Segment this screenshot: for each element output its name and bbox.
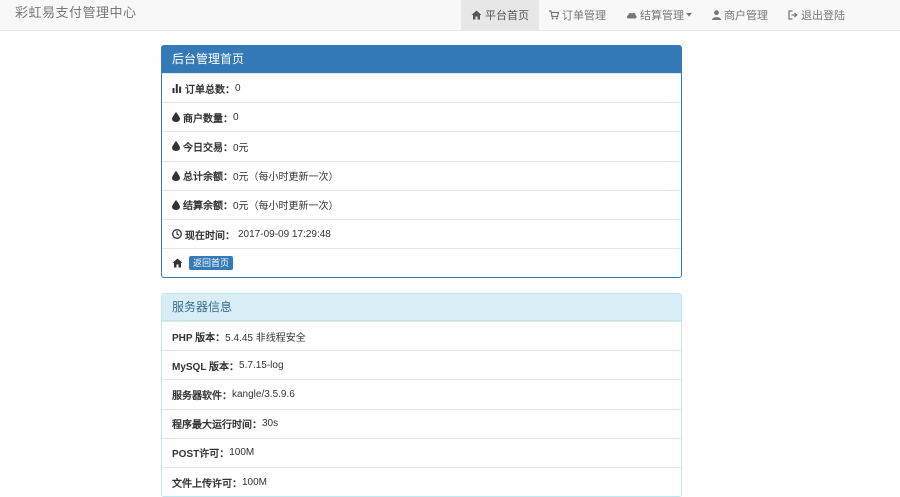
row-value: 2017-09-09 17:29:48 (238, 228, 331, 240)
drop-icon (172, 141, 180, 152)
logout-icon (788, 10, 798, 20)
server-info-panel: 服务器信息 PHP 版本： 5.4.45 非线程安全 MySQL 版本： 5.7… (161, 293, 682, 497)
nav-item-home[interactable]: 平台首页 (461, 0, 539, 30)
list-item-merchant-count: 商户数量： 0 (162, 102, 681, 131)
row-value: 5.4.45 非线程安全 (225, 332, 306, 344)
row-value: 0元 (233, 142, 249, 154)
nav-item-label: 结算管理 (640, 10, 684, 22)
row-label: 商户数量： (183, 113, 233, 125)
nav-item-label: 商户管理 (724, 10, 768, 22)
list-item-php-version: PHP 版本： 5.4.45 非线程安全 (162, 321, 681, 350)
drop-icon (172, 170, 180, 181)
row-label: MySQL 版本： (172, 361, 240, 373)
row-value: 0元（每小时更新一次） (233, 172, 339, 184)
user-icon (712, 10, 721, 20)
list-item-upload-limit: 文件上传许可： 100M (162, 466, 681, 496)
drop-icon (172, 199, 180, 210)
row-value: 30s (262, 418, 279, 430)
nav-item-label: 平台首页 (485, 10, 529, 22)
row-value: 0元（每小时更新一次） (233, 201, 339, 213)
list-item-mysql-version: MySQL 版本： 5.7.15-log (162, 350, 681, 379)
bar-chart-icon (172, 84, 182, 94)
nav-item-orders[interactable]: 订单管理 (539, 0, 616, 30)
caret-down-icon (686, 13, 692, 17)
nav-item-label: 退出登陆 (801, 10, 845, 22)
panel-title: 后台管理首页 (162, 46, 681, 73)
row-label: PHP 版本： (172, 332, 226, 344)
row-label: 总计余额： (183, 172, 233, 184)
list-item-current-time: 现在时间： 2017-09-09 17:29:48 (162, 218, 681, 248)
cart-icon (549, 10, 559, 20)
drop-icon (172, 112, 180, 123)
admin-home-panel: 后台管理首页 订单总数： 0 商户数量： 0 今日交易： 0元 总计余额： 0元… (161, 45, 682, 279)
row-value: 100M (229, 447, 255, 459)
list-item-max-exec-time: 程序最大运行时间： 30s (162, 408, 681, 438)
row-label: POST许可： (172, 449, 230, 461)
nav-item-merchants[interactable]: 商户管理 (702, 0, 778, 30)
nav-menu: 平台首页 订单管理 结算管理 商户管理 退出登陆 (461, 0, 855, 30)
list-item-post-limit: POST许可： 100M (162, 437, 681, 467)
row-label: 现在时间： (185, 230, 235, 242)
row-value: 100M (242, 476, 268, 488)
list-item-order-count: 订单总数： 0 (162, 73, 681, 102)
row-value: 5.7.15-log (239, 359, 284, 371)
list-item-today-trade: 今日交易： 0元 (162, 131, 681, 160)
clock-icon (172, 229, 182, 239)
nav-item-label: 订单管理 (562, 10, 606, 22)
list-item-back-home: 返回首页 (162, 248, 681, 277)
cloud-icon (626, 12, 637, 19)
row-value: 0 (233, 111, 239, 123)
brand-title[interactable]: 彩虹易支付管理中心 (15, 0, 137, 30)
row-label: 今日交易： (183, 142, 233, 154)
nav-item-logout[interactable]: 退出登陆 (778, 0, 855, 30)
row-label: 结算余额： (183, 201, 233, 213)
list-item-server-software: 服务器软件： kangle/3.5.9.6 (162, 379, 681, 408)
nav-item-settlement[interactable]: 结算管理 (616, 0, 702, 30)
row-label: 文件上传许可： (172, 478, 242, 490)
list-item-total-balance: 总计余额： 0元（每小时更新一次） (162, 160, 681, 190)
row-value: 0 (235, 82, 241, 94)
row-label: 服务器软件： (172, 390, 232, 402)
top-navbar: 彩虹易支付管理中心 平台首页 订单管理 结算管理 商户管理 退出登陆 (0, 0, 900, 31)
back-home-button[interactable]: 返回首页 (189, 256, 234, 271)
home-icon (471, 10, 482, 20)
list-item-settle-balance: 结算余额： 0元（每小时更新一次） (162, 189, 681, 219)
row-label: 程序最大运行时间： (172, 420, 262, 432)
row-value: kangle/3.5.9.6 (232, 388, 295, 400)
panel-title: 服务器信息 (162, 294, 681, 321)
home-icon (172, 258, 183, 268)
row-label: 订单总数： (185, 84, 235, 96)
